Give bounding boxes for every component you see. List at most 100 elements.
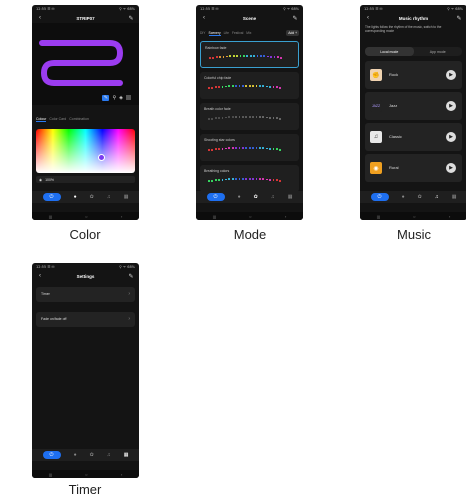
back-arrow-icon[interactable]: ‹	[36, 15, 44, 21]
palette-icon[interactable]: ✿	[254, 194, 258, 200]
tab-color-card[interactable]: Color Card	[49, 117, 66, 122]
palette-icon[interactable]: ✿	[90, 452, 94, 458]
palette-icon[interactable]: ✿	[418, 194, 422, 200]
bulb-icon[interactable]: ●	[74, 194, 77, 200]
color-dot	[280, 56, 283, 59]
color-swatch-icon[interactable]	[126, 95, 131, 100]
tab-combination[interactable]: Combination	[69, 117, 89, 122]
color-dot	[269, 85, 271, 88]
bulb-icon[interactable]: ●	[402, 194, 405, 200]
pencil-icon[interactable]: ✎	[455, 15, 463, 22]
rock-hand-icon: ✊	[370, 69, 382, 81]
play-icon[interactable]: ▶	[446, 163, 456, 173]
local-mode-button[interactable]: Local mode	[365, 47, 414, 56]
mode-card[interactable]: Colorful chip fade	[200, 72, 299, 99]
mode-card[interactable]: Breath color fade	[200, 103, 299, 130]
music-item[interactable]: ◉ Rural ▶	[365, 154, 462, 182]
back-arrow-icon[interactable]: ‹	[364, 15, 372, 21]
tab-diy[interactable]: DIY	[200, 31, 206, 35]
brush-icon[interactable]: ✎	[102, 95, 110, 101]
caption-timer: Timer	[68, 482, 102, 495]
color-dot	[209, 57, 211, 59]
music-note-icon[interactable]: ♫	[107, 194, 111, 200]
back-button[interactable]: ‹	[121, 472, 122, 477]
color-dot	[265, 116, 268, 119]
brightness-bar[interactable]: ◉ 100%	[36, 176, 135, 183]
color-dot	[245, 85, 248, 87]
bulb-icon[interactable]: ●	[238, 194, 241, 200]
color-dot	[255, 147, 258, 149]
recents-button[interactable]: |||	[49, 472, 52, 477]
color-dot	[226, 55, 228, 58]
back-arrow-icon[interactable]: ‹	[200, 15, 208, 21]
bottom-nav: ⏻ ● ✿ ♫ ▦	[32, 449, 139, 461]
color-dot	[262, 178, 265, 181]
recents-button[interactable]: |||	[49, 214, 52, 219]
app-mode-button[interactable]: App mode	[414, 47, 463, 56]
power-button[interactable]: ⏻	[42, 193, 61, 201]
color-dot	[265, 85, 268, 88]
fade-row[interactable]: Fade on/fade off ›	[36, 312, 135, 327]
home-button[interactable]: ○	[85, 214, 87, 219]
music-item[interactable]: ✊ Rock ▶	[365, 61, 462, 89]
tab-scenery[interactable]: Scenery	[208, 31, 221, 36]
eraser-icon[interactable]: ◈	[119, 95, 123, 101]
back-button[interactable]: ‹	[285, 214, 286, 219]
timer-row[interactable]: Timer ›	[36, 287, 135, 302]
mode-card[interactable]: Rainbow fade	[200, 41, 299, 68]
status-right: ⚲ ᯤ 68%	[447, 6, 463, 11]
color-dot	[270, 55, 272, 58]
eyedropper-icon[interactable]: ⚲	[112, 95, 116, 101]
grid-icon[interactable]: ▦	[124, 452, 129, 458]
play-icon[interactable]: ▶	[446, 70, 456, 80]
home-button[interactable]: ○	[249, 214, 251, 219]
power-button[interactable]: ⏻	[206, 193, 225, 201]
tab-mix[interactable]: Mix	[246, 31, 251, 35]
status-bar: 12:55 ☰ ✉ ⚲ ᯤ 68%	[196, 5, 303, 13]
color-dot	[249, 55, 252, 57]
palette-icon[interactable]: ✿	[90, 194, 94, 200]
color-dot	[221, 178, 224, 181]
home-button[interactable]: ○	[413, 214, 415, 219]
status-right: ⚲ ᯤ 68%	[119, 264, 135, 269]
recents-button[interactable]: |||	[377, 214, 380, 219]
bulb-icon[interactable]: ●	[74, 452, 77, 458]
mode-card[interactable]: Shooting star colors	[200, 134, 299, 161]
mode-card[interactable]: Breathing colors	[200, 165, 299, 192]
music-note-icon[interactable]: ♫	[435, 194, 439, 200]
music-note-icon[interactable]: ♫	[271, 194, 275, 200]
home-button[interactable]: ○	[85, 472, 87, 477]
tab-festival[interactable]: Festival	[232, 31, 243, 35]
color-dot	[218, 148, 220, 150]
play-icon[interactable]: ▶	[446, 132, 456, 142]
grid-icon[interactable]: ▦	[124, 194, 129, 200]
music-item[interactable]: JAZZ Jazz ▶	[365, 92, 462, 120]
color-dot	[231, 147, 234, 150]
color-dot	[269, 178, 271, 181]
pencil-icon[interactable]: ✎	[291, 15, 299, 22]
tab-colour[interactable]: Colour	[36, 117, 47, 122]
color-dot	[235, 116, 237, 118]
recents-button[interactable]: |||	[213, 214, 216, 219]
pencil-icon[interactable]: ✎	[127, 15, 135, 22]
music-note-icon[interactable]: ♫	[107, 452, 111, 458]
grid-icon[interactable]: ▦	[452, 194, 457, 200]
music-item[interactable]: ♫ Classic ▶	[365, 123, 462, 151]
color-picker[interactable]	[36, 129, 135, 173]
back-arrow-icon[interactable]: ‹	[36, 273, 44, 279]
play-icon[interactable]: ▶	[446, 101, 456, 111]
bottom-nav: ⏻ ● ✿ ♫ ▦	[196, 191, 303, 203]
color-dot	[252, 147, 254, 149]
picker-handle[interactable]	[98, 154, 105, 161]
color-dot	[225, 116, 227, 119]
grid-icon[interactable]: ▦	[288, 194, 293, 200]
back-button[interactable]: ‹	[121, 214, 122, 219]
back-button[interactable]: ‹	[449, 214, 450, 219]
pencil-icon[interactable]: ✎	[127, 273, 135, 280]
add-button[interactable]: Add +	[286, 30, 299, 36]
system-nav: ||| ○ ‹	[32, 470, 139, 478]
color-dot	[242, 85, 244, 87]
tab-life[interactable]: Life	[224, 31, 229, 35]
power-button[interactable]: ⏻	[370, 193, 389, 201]
power-button[interactable]: ⏻	[42, 451, 61, 459]
